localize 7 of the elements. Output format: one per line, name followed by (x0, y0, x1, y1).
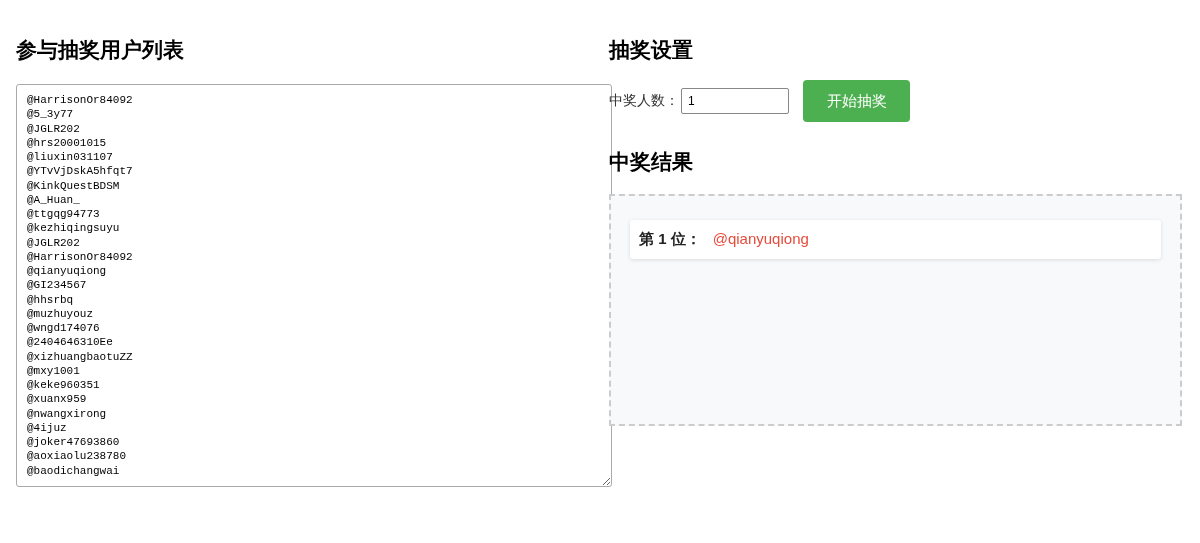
section-title: 参与抽奖用户列表 (16, 37, 185, 63)
count-input[interactable]: 1 (681, 88, 789, 114)
count-label: 中奖人数： (609, 92, 679, 110)
section-title: 抽奖设置 (609, 37, 694, 63)
winner-rank: 第 1 位： (639, 230, 701, 249)
section-title: 中奖结果 (609, 149, 694, 175)
winner-name: @qianyuqiong (712, 230, 809, 249)
